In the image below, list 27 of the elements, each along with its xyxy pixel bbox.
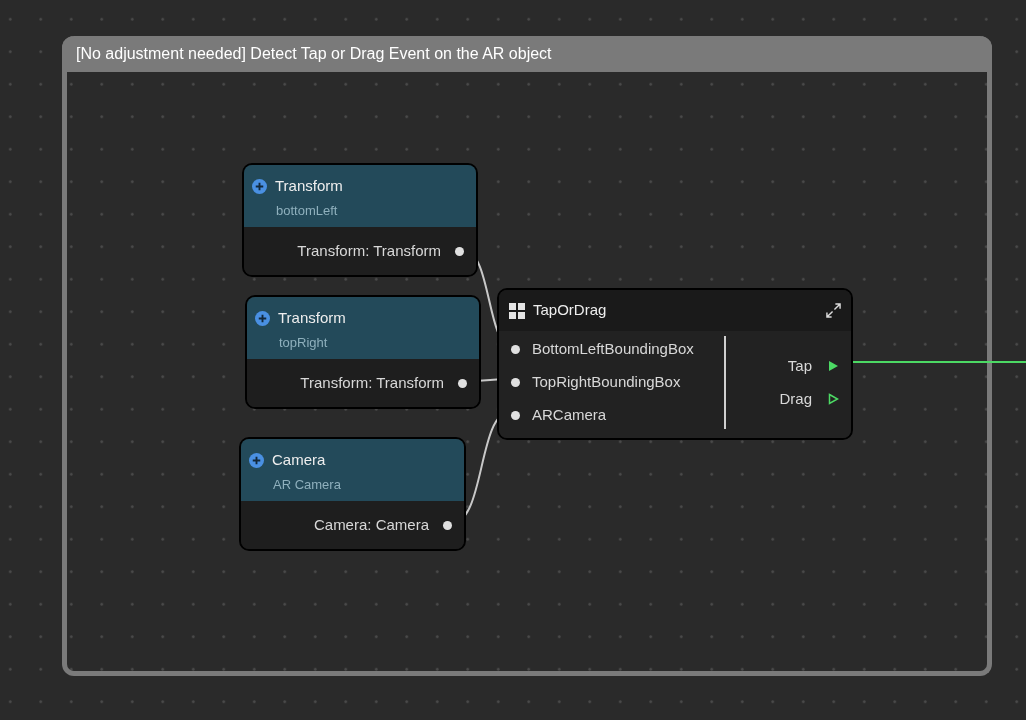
node-title: Transform [275, 176, 343, 196]
node-card[interactable]: Camera AR Camera Camera: Camera [239, 437, 466, 551]
grid-icon [509, 302, 525, 319]
node-subtitle: bottomLeft [275, 201, 339, 220]
output-label: Drag [779, 388, 812, 409]
input-label: BottomLeftBoundingBox [532, 339, 694, 360]
node-title: Transform [278, 308, 346, 328]
plus-icon [249, 452, 264, 468]
node-card[interactable]: Transform topRight Transform: Transform [245, 295, 481, 409]
output-label: Tap [787, 355, 812, 376]
play-outline-icon[interactable] [828, 393, 839, 405]
plus-icon [255, 310, 270, 326]
play-icon[interactable] [828, 360, 839, 372]
input-label: ARCamera [532, 405, 607, 426]
node-subtitle: topRight [278, 333, 329, 352]
node-subtitle: AR Camera [272, 475, 342, 494]
group-title[interactable]: [No adjustment needed] Detect Tap or Drag Event on the AR object [62, 36, 992, 72]
output-label: Camera: Camera [313, 514, 429, 535]
node-card[interactable]: TapOrDrag BottomLeftBoundingBox TopRightBoundingBox ARCamera Tap Drag [497, 288, 853, 440]
node-card[interactable]: Transform bottomLeft Transform: Transform [242, 163, 478, 277]
node-title: Camera [272, 450, 326, 470]
expand-icon[interactable] [826, 303, 841, 318]
plus-icon [252, 178, 267, 194]
output-label: Transform: Transform [300, 372, 444, 393]
input-label: TopRightBoundingBox [532, 372, 681, 393]
node-title: TapOrDrag [533, 300, 608, 321]
output-label: Transform: Transform [297, 240, 441, 261]
